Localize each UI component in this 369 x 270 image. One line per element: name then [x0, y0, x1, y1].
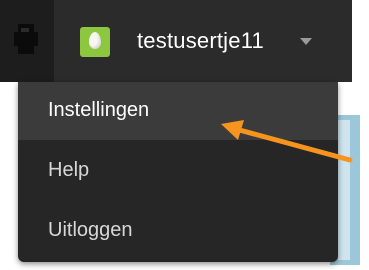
bird-logo-icon[interactable]: [12, 20, 38, 58]
menu-item-label: Instellingen: [48, 99, 150, 121]
background-panel-inner: [338, 120, 350, 260]
username-label[interactable]: testusertje11: [137, 27, 264, 55]
chevron-down-icon[interactable]: [300, 38, 312, 45]
topbar-left-section: [0, 0, 54, 82]
menu-item-help[interactable]: Help: [18, 142, 338, 200]
top-navigation-bar: testusertje11: [0, 0, 352, 82]
avatar[interactable]: [80, 27, 110, 57]
menu-item-label: Uitloggen: [48, 219, 133, 241]
user-dropdown-menu: Instellingen Help Uitloggen: [18, 82, 338, 262]
menu-item-instellingen[interactable]: Instellingen: [18, 82, 338, 140]
egg-avatar-icon: [89, 32, 101, 49]
user-menu-button[interactable]: testusertje11: [72, 0, 334, 82]
menu-item-uitloggen[interactable]: Uitloggen: [18, 202, 338, 260]
menu-item-label: Help: [48, 159, 90, 181]
